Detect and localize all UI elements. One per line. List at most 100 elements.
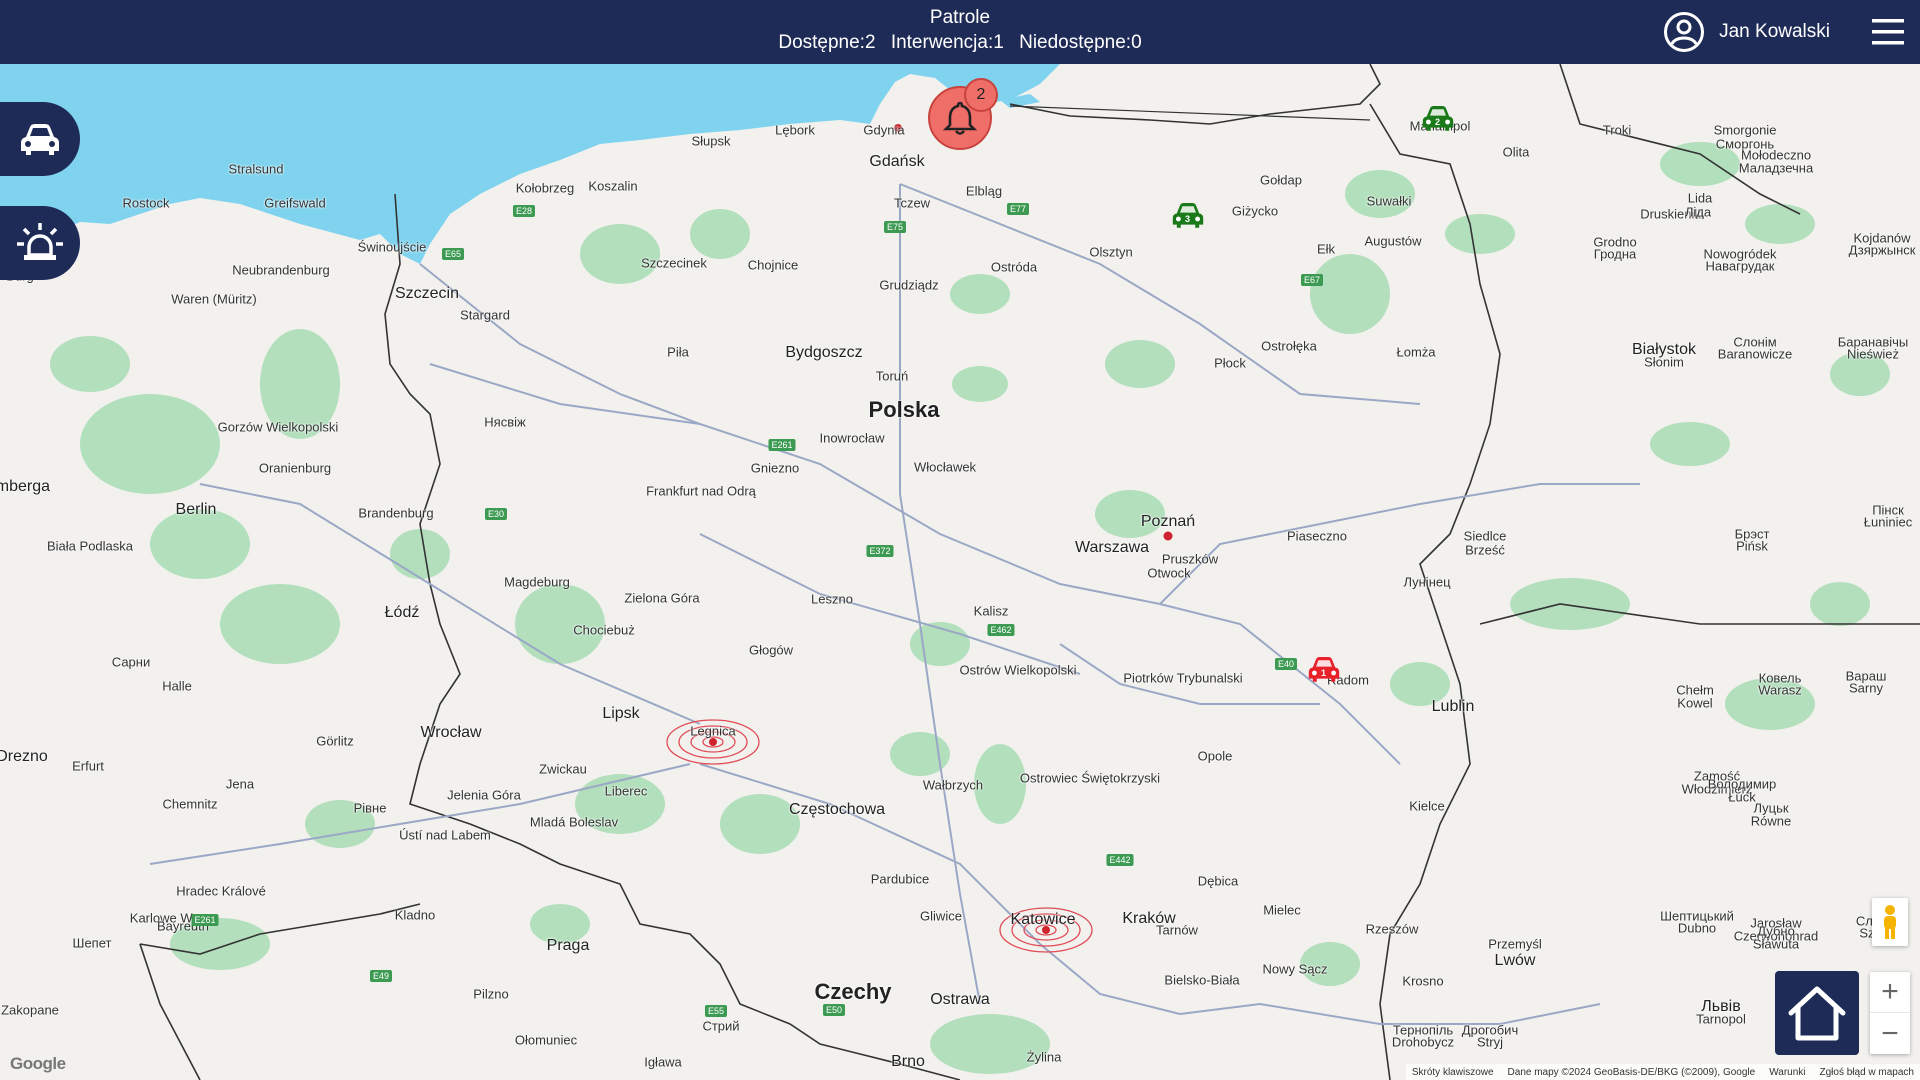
city-label: Zielona Góra — [624, 590, 700, 606]
city-label: Erfurt — [72, 758, 104, 774]
city-label: Rzeszów — [1365, 921, 1419, 937]
city-label: Ostrowiec Świętokrzyski — [1019, 770, 1161, 786]
zoom-in-button[interactable]: + — [1870, 972, 1910, 1013]
city-label: Pilzno — [473, 986, 509, 1002]
map-data-text: Dane mapy ©2024 GeoBasis-DE/BKG (©2009),… — [1507, 1066, 1756, 1078]
city-label: Augustów — [1364, 233, 1422, 249]
road-shield: E50 — [822, 1004, 846, 1016]
city-label: Kielce — [1409, 798, 1445, 814]
city-label: Norymberga — [0, 478, 51, 495]
top-bar: Patrole Dostępne:2 Interwencja:1 Niedost… — [0, 0, 1920, 64]
city-label: Gdynia — [863, 122, 905, 138]
city-label: Giżycko — [1231, 203, 1279, 219]
city-label: Gniezno — [750, 460, 800, 476]
city-label: Шепет — [72, 935, 112, 951]
hamburger-menu-icon[interactable] — [1870, 14, 1906, 50]
map-view[interactable]: Słupsk Lębork Gdynia Gdańsk Elbląg Koszalin Ko… — [0, 64, 1920, 1080]
city-label: Gołdap — [1260, 172, 1302, 188]
city-label: Igława — [644, 1054, 682, 1070]
city-label: Poznań — [1140, 513, 1196, 530]
city-label: Suwałki — [1366, 193, 1412, 209]
road-shield: E261 — [191, 914, 219, 926]
patrol-number-badge: 2 — [1435, 117, 1441, 127]
city-label: Przemyśl — [1488, 936, 1542, 952]
alert-count-badge: 2 — [964, 78, 998, 112]
patrol-car-marker[interactable]: 3 — [1170, 199, 1206, 236]
city-label: Bydgoszcz — [785, 344, 863, 361]
city-label: Lębork — [775, 122, 815, 138]
city-label: Görlitz — [316, 733, 354, 749]
keyboard-shortcuts-link[interactable]: Skróty klawiszowe — [1412, 1067, 1494, 1078]
city-label: Ołomuniec — [514, 1032, 578, 1048]
city-label: Dubno — [1677, 920, 1717, 936]
city-label: Leszno — [811, 591, 853, 607]
road-shield: E65 — [441, 248, 465, 260]
terms-link[interactable]: Warunki — [1769, 1067, 1805, 1078]
city-label: Gorzów Wielkopolski — [217, 419, 339, 435]
city-label: Biała Podlaska — [47, 538, 133, 554]
city-label: Ліда — [1684, 204, 1712, 220]
city-label: Hradec Králové — [176, 883, 266, 899]
city-label: Gliwice — [920, 908, 962, 924]
city-label: Sarny — [1849, 680, 1883, 696]
patrols-panel-button[interactable] — [0, 102, 80, 176]
user-menu[interactable]: Jan Kowalski — [1663, 10, 1830, 54]
incidents-panel-button[interactable] — [0, 206, 80, 280]
city-label: Лунінец — [1403, 574, 1451, 590]
city-label: Olita — [1502, 144, 1530, 160]
car-icon — [21, 124, 59, 155]
city-label: Zwickau — [539, 761, 587, 777]
road-shield: E28 — [512, 205, 536, 217]
city-label: Рівне — [353, 800, 387, 816]
city-label: Siedlce — [1463, 528, 1507, 544]
siren-icon — [17, 223, 63, 260]
city-label: Warasz — [1758, 682, 1802, 698]
home-button[interactable] — [1775, 971, 1859, 1055]
city-label: Lipsk — [602, 705, 640, 722]
patrol-car-marker[interactable]: 1 — [1306, 653, 1342, 690]
city-label: Pardubice — [870, 871, 930, 887]
city-label: Маладзечна — [1738, 160, 1814, 176]
city-label: Opole — [1197, 748, 1233, 764]
home-icon — [1788, 986, 1846, 1041]
city-label: Pruszków — [1161, 551, 1219, 567]
pegman-icon[interactable] — [1872, 898, 1908, 946]
zoom-out-button[interactable]: − — [1870, 1013, 1910, 1054]
city-label: Chociebuż — [573, 622, 635, 638]
city-label: Ostrawa — [930, 991, 990, 1008]
city-label: Tczew — [893, 195, 931, 211]
city-label: Stryj — [1477, 1034, 1503, 1050]
city-label: Tarnopol — [1696, 1011, 1746, 1027]
city-label: Ústí nad Labem — [399, 827, 491, 843]
city-label: Wrocław — [420, 724, 482, 741]
city-label: Гродна — [1593, 246, 1637, 262]
city-label: Nowy Sącz — [1262, 961, 1328, 977]
city-label: Сарни — [111, 654, 151, 670]
patrol-stats: Dostępne:2 Interwencja:1 Niedostępne:0 — [0, 30, 1920, 56]
city-label: Mielec — [1263, 902, 1301, 918]
city-label: Lublin — [1431, 698, 1475, 715]
city-label: Neubrandenburg — [232, 262, 330, 278]
city-label: Łuck — [1728, 789, 1756, 805]
city-label: Chemnitz — [162, 796, 218, 812]
user-circle-icon — [1664, 12, 1705, 52]
city-label: Krosno — [1402, 973, 1444, 989]
city-label: Stargard — [460, 307, 510, 323]
city-label: Włocławek — [913, 459, 977, 475]
city-label: Liberec — [604, 783, 648, 799]
report-error-link[interactable]: Zgłoś błąd w mapach — [1820, 1067, 1915, 1078]
city-label: Brześć — [1465, 542, 1505, 558]
road-shield: E40 — [1274, 658, 1298, 670]
city-label: Lwów — [1494, 952, 1536, 969]
city-label: Łomża — [1396, 344, 1436, 360]
patrol-car-marker[interactable]: 2 — [1420, 102, 1456, 139]
city-label: Inowrocław — [819, 430, 885, 446]
patrol-number-badge: 3 — [1185, 214, 1191, 224]
city-label: Brno — [891, 1053, 925, 1070]
city-label: Głogów — [748, 642, 794, 658]
city-label: Łódź — [384, 604, 420, 621]
user-name: Jan Kowalski — [1719, 21, 1830, 42]
city-label: Czechy — [814, 979, 892, 1004]
city-label: Brandenburg — [358, 505, 434, 521]
road-shield: E55 — [704, 1005, 728, 1017]
